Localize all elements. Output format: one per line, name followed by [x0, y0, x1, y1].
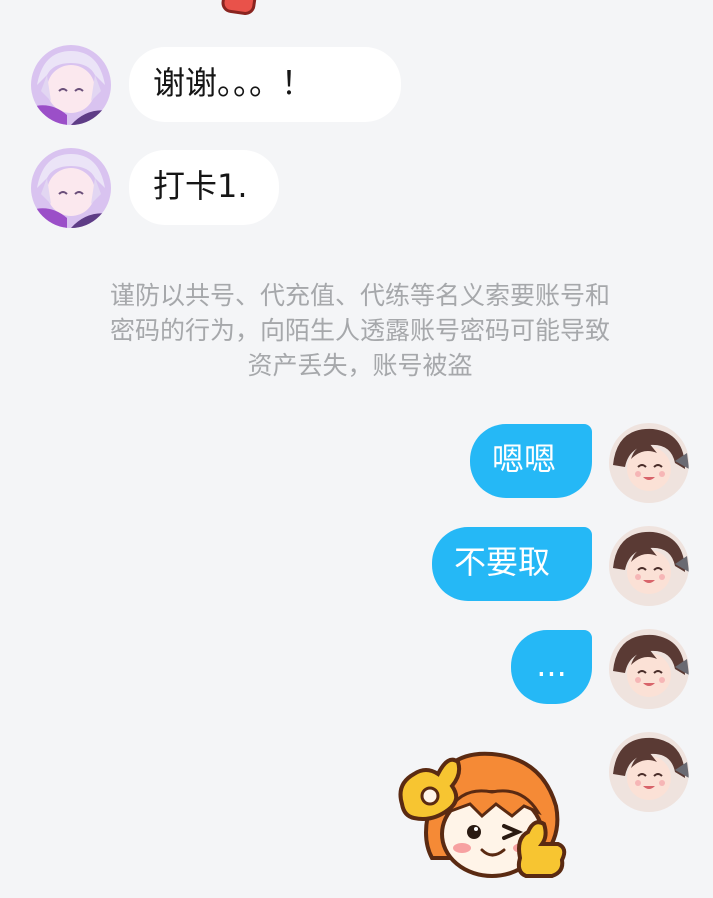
message-bubble[interactable]: 嗯嗯 [470, 424, 592, 498]
message-bubble[interactable]: 不要取 [432, 527, 592, 601]
sender-avatar[interactable] [31, 45, 111, 125]
notice-line: 密码的行为，向陌生人透露账号密码可能导致 [109, 316, 610, 345]
message-bubble[interactable]: 打卡1. [129, 150, 279, 225]
sender-avatar[interactable] [31, 148, 111, 228]
my-avatar[interactable] [609, 526, 689, 606]
notice-line: 谨防以共号、代充值、代练等名义索要账号和 [109, 281, 610, 310]
message-text: ... [536, 646, 567, 684]
message-text: 谢谢。。。！ [153, 64, 314, 102]
message-text: 不要取 [454, 543, 551, 581]
my-avatar[interactable] [609, 423, 689, 503]
message-bubble[interactable]: ... [511, 630, 592, 704]
message-bubble[interactable]: 谢谢。。。！ [129, 47, 401, 122]
sticker-message[interactable] [392, 740, 572, 890]
my-avatar[interactable] [609, 732, 689, 812]
security-notice: 谨防以共号、代充值、代练等名义索要账号和 密码的行为，向陌生人透露账号密码可能导… [60, 278, 660, 383]
notice-line: 资产丢失，账号被盗 [247, 351, 473, 380]
message-text: 嗯嗯 [492, 440, 557, 478]
previous-sticker-edge [220, 0, 258, 17]
my-avatar[interactable] [609, 629, 689, 709]
message-text: 打卡1. [153, 167, 248, 205]
